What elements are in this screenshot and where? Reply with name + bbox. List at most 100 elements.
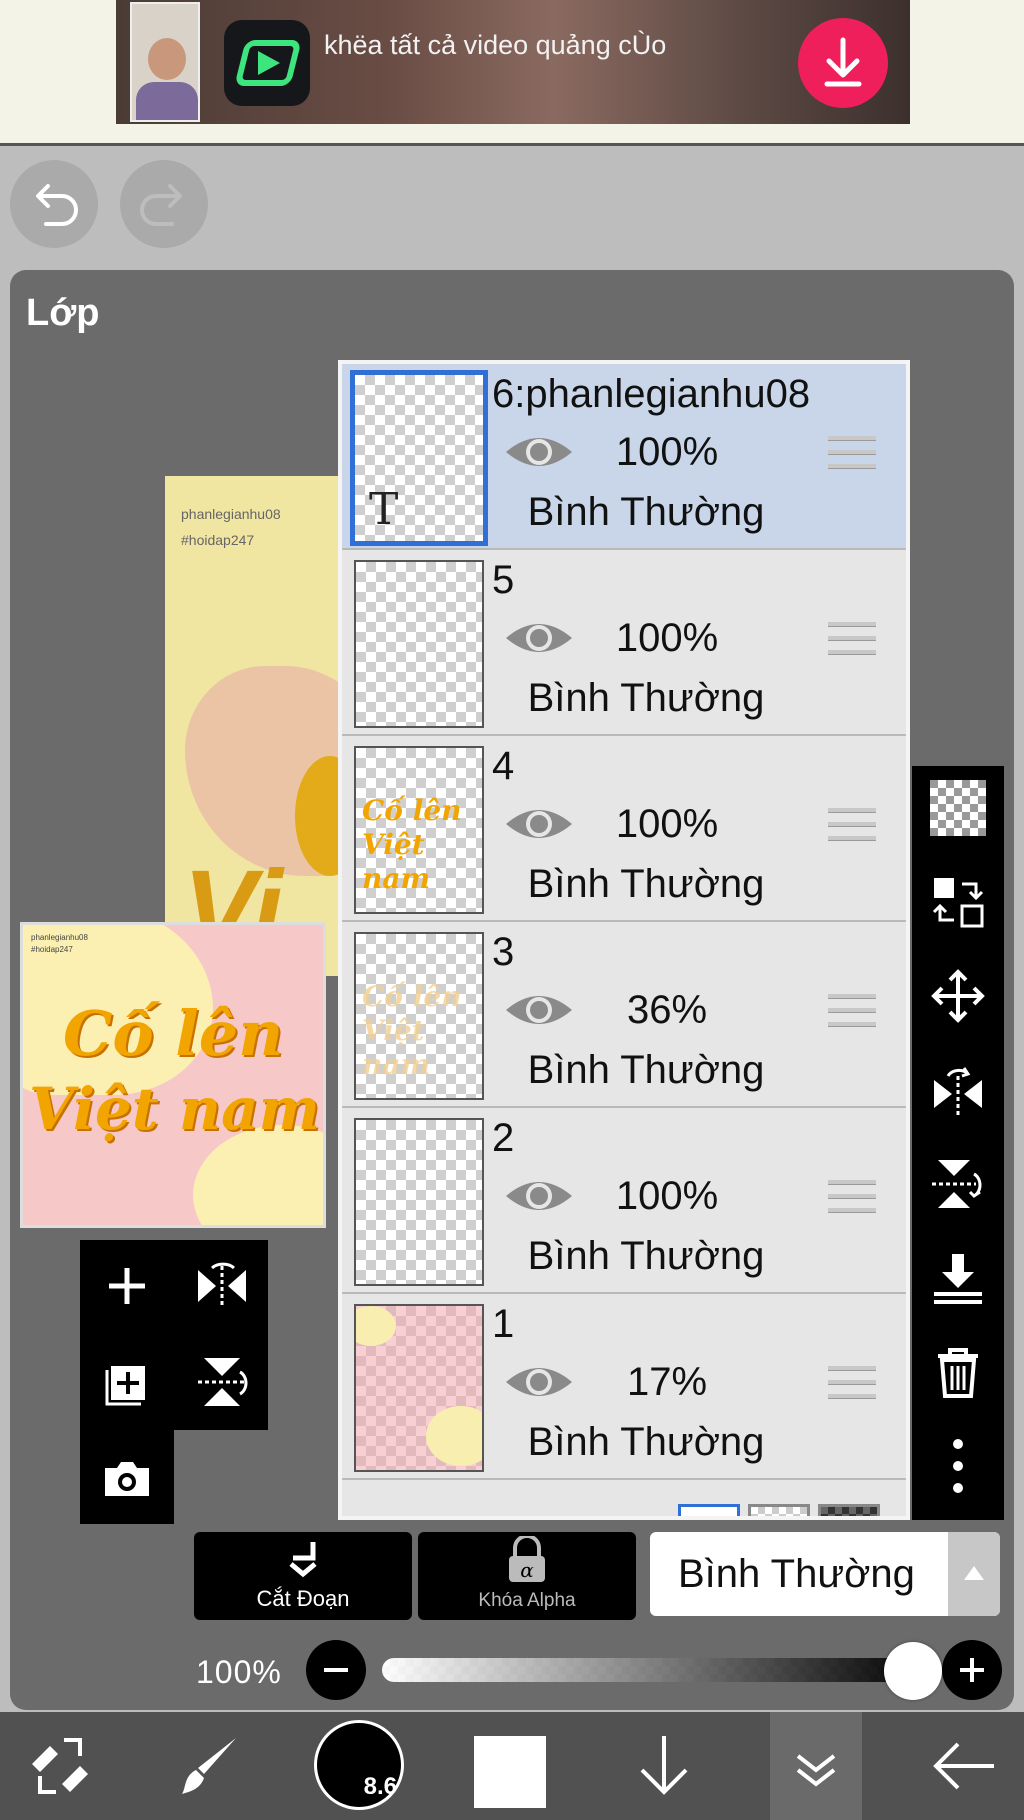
layer-row[interactable]: Cố lên Việt nam 3 36% Bình Thường bbox=[342, 922, 906, 1108]
add-layer-button[interactable] bbox=[95, 1254, 159, 1318]
layer-blend-mode: Bình Thường bbox=[527, 490, 765, 534]
opacity-slider-knob[interactable] bbox=[884, 1642, 942, 1700]
drag-handle-icon[interactable] bbox=[828, 1180, 876, 1220]
bg-checker-swatch[interactable] bbox=[748, 1504, 810, 1516]
back-button[interactable] bbox=[920, 1722, 1008, 1810]
layer-blend-mode: Bình Thường bbox=[527, 1420, 765, 1464]
merge-down-button[interactable] bbox=[926, 1246, 990, 1310]
visibility-eye-icon[interactable] bbox=[504, 802, 574, 846]
camera-layer-button[interactable] bbox=[95, 1446, 159, 1510]
brush-size-button[interactable]: 8.6 bbox=[314, 1720, 404, 1810]
brush-icon bbox=[182, 1738, 236, 1794]
layer-name: 2 bbox=[492, 1116, 515, 1160]
flip-vertical-layer-button[interactable] bbox=[190, 1350, 254, 1414]
visibility-eye-icon[interactable] bbox=[504, 616, 574, 660]
ad-download-button[interactable] bbox=[798, 18, 888, 108]
alpha-lock-button[interactable]: α Khóa Alpha bbox=[418, 1532, 636, 1620]
merge-down-icon bbox=[934, 1254, 982, 1304]
layer-blend-mode: Bình Thường bbox=[527, 1048, 765, 1092]
layer-opacity: 100% bbox=[615, 1174, 719, 1218]
duplicate-layer-button[interactable] bbox=[95, 1350, 159, 1414]
layer-name: 3 bbox=[492, 930, 515, 974]
flip-horizontal-button[interactable] bbox=[926, 1058, 990, 1122]
visibility-eye-icon[interactable] bbox=[504, 430, 574, 474]
download-icon bbox=[824, 37, 862, 87]
layer-thumbnail bbox=[354, 1118, 484, 1286]
layer-row[interactable]: 1 17% Bình Thường bbox=[342, 1294, 906, 1480]
bg-dark-swatch[interactable] bbox=[818, 1504, 880, 1516]
move-button[interactable] bbox=[926, 964, 990, 1028]
arrow-down-icon bbox=[640, 1736, 688, 1795]
layer-blend-mode: Bình Thường bbox=[527, 862, 765, 906]
layer-row[interactable]: 5 100% Bình Thường bbox=[342, 550, 906, 736]
canvas-preview[interactable]: phanlegianhu08 #hoidap247 Vi bbox=[165, 476, 345, 976]
clipping-button[interactable]: Cắt Đoạn bbox=[194, 1532, 412, 1620]
checkerboard-icon bbox=[930, 780, 986, 836]
transform-eraser-icon bbox=[32, 1738, 88, 1794]
redo-icon bbox=[140, 184, 182, 226]
drag-handle-icon[interactable] bbox=[828, 808, 876, 848]
delete-layer-button[interactable] bbox=[926, 1340, 990, 1404]
redo-button[interactable] bbox=[120, 160, 208, 248]
camera-icon bbox=[105, 1462, 149, 1496]
layer-row[interactable]: Cố lên Việt nam 4 100% Bình Thường bbox=[342, 736, 906, 922]
opacity-slider-track[interactable] bbox=[382, 1658, 902, 1682]
more-options-button[interactable] bbox=[926, 1434, 990, 1498]
clip-arrow-icon bbox=[289, 1542, 317, 1578]
layer-name: 1 bbox=[492, 1302, 515, 1346]
flip-horizontal-layer-button[interactable] bbox=[190, 1254, 254, 1318]
opacity-increase-button[interactable] bbox=[942, 1640, 1002, 1700]
background-layer-row[interactable] bbox=[342, 1486, 906, 1516]
text-layer-glyph: T bbox=[369, 484, 399, 535]
blend-mode-select[interactable]: Bình Thường bbox=[650, 1532, 1000, 1616]
thumb-tiny-text2: #hoidap247 bbox=[31, 945, 73, 954]
brush-size-value: 8.6 bbox=[363, 1773, 397, 1800]
flip-vertical-button[interactable] bbox=[926, 1152, 990, 1216]
brush-tool-button[interactable] bbox=[166, 1722, 254, 1810]
thumb-text-line: Việt nam bbox=[362, 828, 431, 895]
move-arrows-icon bbox=[931, 969, 985, 1023]
ad-banner[interactable]: khëa tất cả video quảng cÙo bbox=[116, 0, 910, 124]
flip-vertical-icon bbox=[198, 1358, 248, 1406]
alpha-lock-label: Khóa Alpha bbox=[478, 1590, 576, 1611]
bg-white-swatch[interactable] bbox=[678, 1504, 740, 1516]
opacity-decrease-button[interactable] bbox=[306, 1640, 366, 1700]
layer-blend-mode: Bình Thường bbox=[527, 676, 765, 720]
layer-thumbnail: T bbox=[350, 370, 488, 546]
visibility-eye-icon[interactable] bbox=[504, 988, 574, 1032]
navigator-thumbnail[interactable]: phanlegianhu08 #hoidap247 Cố lên Việt na… bbox=[20, 922, 326, 1228]
chevron-double-down-icon bbox=[796, 1754, 836, 1787]
layer-thumbnail bbox=[354, 560, 484, 728]
minus-icon bbox=[324, 1668, 348, 1672]
blend-mode-value: Bình Thường bbox=[678, 1552, 915, 1596]
move-down-button[interactable] bbox=[620, 1722, 708, 1810]
thumb-title2: Việt nam bbox=[29, 1075, 321, 1143]
drag-handle-icon[interactable] bbox=[828, 622, 876, 662]
visibility-eye-icon[interactable] bbox=[504, 1360, 574, 1404]
thumb-title1: Cố lên bbox=[63, 997, 284, 1070]
flip-horizontal-icon bbox=[934, 1067, 982, 1116]
swap-layer-button[interactable] bbox=[926, 870, 990, 934]
layer-row[interactable]: 2 100% Bình Thường bbox=[342, 1108, 906, 1294]
layers-button[interactable] bbox=[770, 1712, 862, 1820]
ad-text: khëa tất cả video quảng cÙo bbox=[324, 30, 667, 60]
layer-row[interactable]: T 6:phanlegianhu08 100% Bình Thường bbox=[342, 364, 906, 550]
drag-handle-icon[interactable] bbox=[828, 436, 876, 476]
color-swatch-button[interactable] bbox=[474, 1736, 546, 1808]
transparency-button[interactable] bbox=[926, 776, 990, 840]
drag-handle-icon[interactable] bbox=[828, 994, 876, 1034]
duplicate-layer-icon bbox=[105, 1366, 145, 1406]
undo-button[interactable] bbox=[10, 160, 98, 248]
more-vertical-icon bbox=[953, 1439, 963, 1493]
visibility-eye-icon[interactable] bbox=[504, 1174, 574, 1218]
clipping-label: Cắt Đoạn bbox=[256, 1586, 350, 1611]
chevron-up-icon[interactable] bbox=[948, 1532, 1000, 1616]
ad-app-logo-icon bbox=[224, 20, 310, 106]
thumb-tiny-text1: phanlegianhu08 bbox=[31, 933, 88, 942]
svg-text:α: α bbox=[520, 1558, 534, 1582]
thumb-text-line: Việt nam bbox=[362, 1014, 431, 1081]
transform-tool-button[interactable] bbox=[16, 1722, 104, 1810]
layer-panel: Lớp phanlegianhu08 #hoidap247 Vi phanleg… bbox=[10, 270, 1014, 1710]
layer-list: T 6:phanlegianhu08 100% Bình Thường 5 10… bbox=[338, 360, 910, 1520]
drag-handle-icon[interactable] bbox=[828, 1366, 876, 1406]
